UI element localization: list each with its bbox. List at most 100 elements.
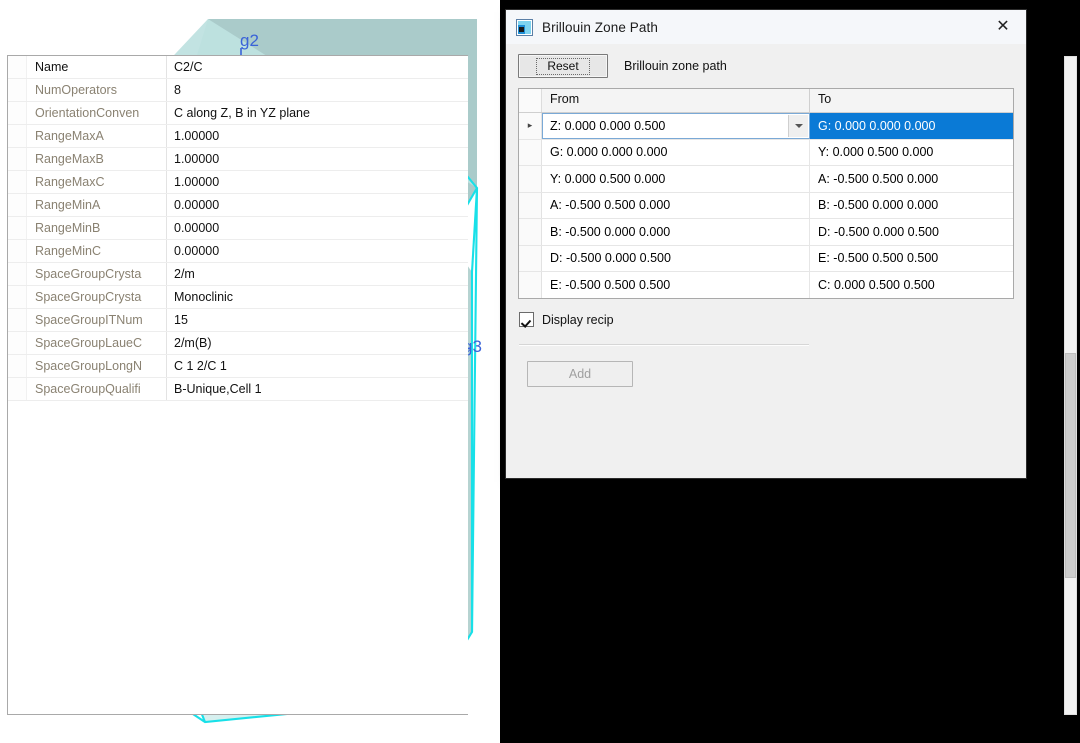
row-marker: [519, 272, 542, 298]
property-name: RangeMinB: [27, 217, 167, 239]
row-gutter: [8, 240, 27, 262]
row-gutter: [8, 148, 27, 170]
property-row[interactable]: OrientationConven C along Z, B in YZ pla…: [8, 102, 468, 125]
property-row[interactable]: RangeMaxA 1.00000: [8, 125, 468, 148]
property-row[interactable]: RangeMinA 0.00000: [8, 194, 468, 217]
display-reciprocal-label: Display recip: [542, 312, 614, 327]
property-value[interactable]: 1.00000: [167, 171, 468, 193]
cell-to[interactable]: E: -0.500 0.500 0.500: [810, 246, 1013, 272]
row-marker: ▸: [519, 113, 542, 139]
property-name: RangeMaxB: [27, 148, 167, 170]
properties-panel: Properties Filter: Lattice 3D Name C2/C …: [0, 0, 1077, 715]
property-row[interactable]: RangeMaxC 1.00000: [8, 171, 468, 194]
cell-to[interactable]: D: -0.500 0.000 0.500: [810, 219, 1013, 245]
cell-from[interactable]: E: -0.500 0.500 0.500: [542, 272, 810, 298]
header-selector-cell: [519, 89, 542, 112]
cell-from[interactable]: B: -0.500 0.000 0.000: [542, 219, 810, 245]
property-name: SpaceGroupLongN: [27, 355, 167, 377]
property-value[interactable]: C 1 2/C 1: [167, 355, 468, 377]
row-gutter: [8, 309, 27, 331]
table-row[interactable]: E: -0.500 0.500 0.500 C: 0.000 0.500 0.5…: [519, 272, 1013, 298]
cell-from[interactable]: Z: 0.000 0.000 0.500: [542, 113, 810, 139]
display-reciprocal-checkbox[interactable]: [519, 312, 534, 327]
table-row[interactable]: ▸ Z: 0.000 0.000 0.500 G: 0.000 0.000 0.…: [519, 113, 1013, 140]
reset-button[interactable]: Reset: [518, 54, 608, 78]
property-name: SpaceGroupLaueC: [27, 332, 167, 354]
column-header-from[interactable]: From: [542, 89, 810, 112]
cell-from[interactable]: G: 0.000 0.000 0.000: [542, 139, 810, 165]
row-gutter: [8, 56, 27, 78]
cell-to[interactable]: G: 0.000 0.000 0.000: [810, 113, 1013, 139]
brillouin-zone-path-dialog: Brillouin Zone Path ✕ Reset Brillouin zo…: [505, 9, 1027, 479]
row-gutter: [8, 79, 27, 101]
add-button[interactable]: Add: [527, 361, 633, 387]
property-value[interactable]: 1.00000: [167, 148, 468, 170]
property-name: RangeMinC: [27, 240, 167, 262]
cell-to[interactable]: Y: 0.000 0.500 0.000: [810, 140, 1013, 166]
cell-from[interactable]: Y: 0.000 0.500 0.000: [542, 166, 810, 192]
property-value[interactable]: 15: [167, 309, 468, 331]
property-value[interactable]: 0.00000: [167, 217, 468, 239]
row-gutter: [8, 286, 27, 308]
property-row[interactable]: SpaceGroupQualifi B-Unique,Cell 1: [8, 378, 468, 401]
property-name: SpaceGroupITNum: [27, 309, 167, 331]
chevron-down-icon[interactable]: [788, 115, 808, 137]
row-marker: [519, 192, 542, 218]
property-value[interactable]: 8: [167, 79, 468, 101]
row-gutter: [8, 102, 27, 124]
column-header-to[interactable]: To: [810, 89, 1013, 112]
property-value[interactable]: C2/C: [167, 56, 468, 78]
row-gutter: [8, 194, 27, 216]
property-value[interactable]: 1.00000: [167, 125, 468, 147]
axis-label-g2: g2: [240, 31, 259, 50]
property-value[interactable]: 2/m: [167, 263, 468, 285]
toolbar-caption: Brillouin zone path: [624, 59, 727, 73]
row-marker: [519, 166, 542, 192]
cell-to[interactable]: B: -0.500 0.000 0.000: [810, 193, 1013, 219]
property-value[interactable]: C along Z, B in YZ plane: [167, 102, 468, 124]
property-name: RangeMaxC: [27, 171, 167, 193]
table-row[interactable]: Y: 0.000 0.500 0.000 A: -0.500 0.500 0.0…: [519, 166, 1013, 193]
property-row[interactable]: SpaceGroupITNum 15: [8, 309, 468, 332]
property-name: NumOperators: [27, 79, 167, 101]
dialog-title: Brillouin Zone Path: [542, 19, 658, 35]
cell-to[interactable]: C: 0.000 0.500 0.500: [810, 272, 1013, 298]
property-value[interactable]: B-Unique,Cell 1: [167, 378, 468, 400]
property-row[interactable]: SpaceGroupCrysta Monoclinic: [8, 286, 468, 309]
properties-grid[interactable]: Name C2/C NumOperators 8 OrientationConv…: [7, 55, 468, 715]
property-row[interactable]: RangeMinB 0.00000: [8, 217, 468, 240]
table-empty-row[interactable]: [519, 299, 1013, 300]
property-row[interactable]: Name C2/C: [8, 56, 468, 79]
cell-from-text: Z: 0.000 0.000 0.500: [550, 118, 666, 133]
table-row[interactable]: G: 0.000 0.000 0.000 Y: 0.000 0.500 0.00…: [519, 139, 1013, 166]
table-row[interactable]: D: -0.500 0.000 0.500 E: -0.500 0.500 0.…: [519, 245, 1013, 272]
property-row[interactable]: NumOperators 8: [8, 79, 468, 102]
property-name: SpaceGroupCrysta: [27, 263, 167, 285]
property-row[interactable]: SpaceGroupCrysta 2/m: [8, 263, 468, 286]
cell-from[interactable]: D: -0.500 0.000 0.500: [542, 245, 810, 271]
row-gutter: [8, 263, 27, 285]
property-value[interactable]: 0.00000: [167, 240, 468, 262]
property-name: RangeMaxA: [27, 125, 167, 147]
property-row[interactable]: SpaceGroupLongN C 1 2/C 1: [8, 355, 468, 378]
property-value[interactable]: Monoclinic: [167, 286, 468, 308]
row-gutter: [8, 355, 27, 377]
dialog-titlebar[interactable]: Brillouin Zone Path ✕: [506, 10, 1026, 45]
property-value[interactable]: 0.00000: [167, 194, 468, 216]
row-marker: [519, 219, 542, 245]
close-icon[interactable]: ✕: [980, 10, 1026, 43]
table-row[interactable]: B: -0.500 0.000 0.000 D: -0.500 0.000 0.…: [519, 219, 1013, 246]
row-gutter: [8, 171, 27, 193]
row-marker: [519, 139, 542, 165]
table-row[interactable]: A: -0.500 0.500 0.000 B: -0.500 0.000 0.…: [519, 192, 1013, 219]
cell-from[interactable]: A: -0.500 0.500 0.000: [542, 192, 810, 218]
cell-to[interactable]: A: -0.500 0.500 0.000: [810, 166, 1013, 192]
table-header-row: From To: [519, 89, 1013, 113]
path-table[interactable]: From To ▸ Z: 0.000 0.000 0.500 G: 0.000 …: [518, 88, 1014, 299]
display-reciprocal-row[interactable]: Display recip: [519, 312, 614, 327]
property-value[interactable]: 2/m(B): [167, 332, 468, 354]
property-row[interactable]: RangeMinC 0.00000: [8, 240, 468, 263]
property-name: Name: [27, 56, 167, 78]
property-row[interactable]: SpaceGroupLaueC 2/m(B): [8, 332, 468, 355]
property-row[interactable]: RangeMaxB 1.00000: [8, 148, 468, 171]
